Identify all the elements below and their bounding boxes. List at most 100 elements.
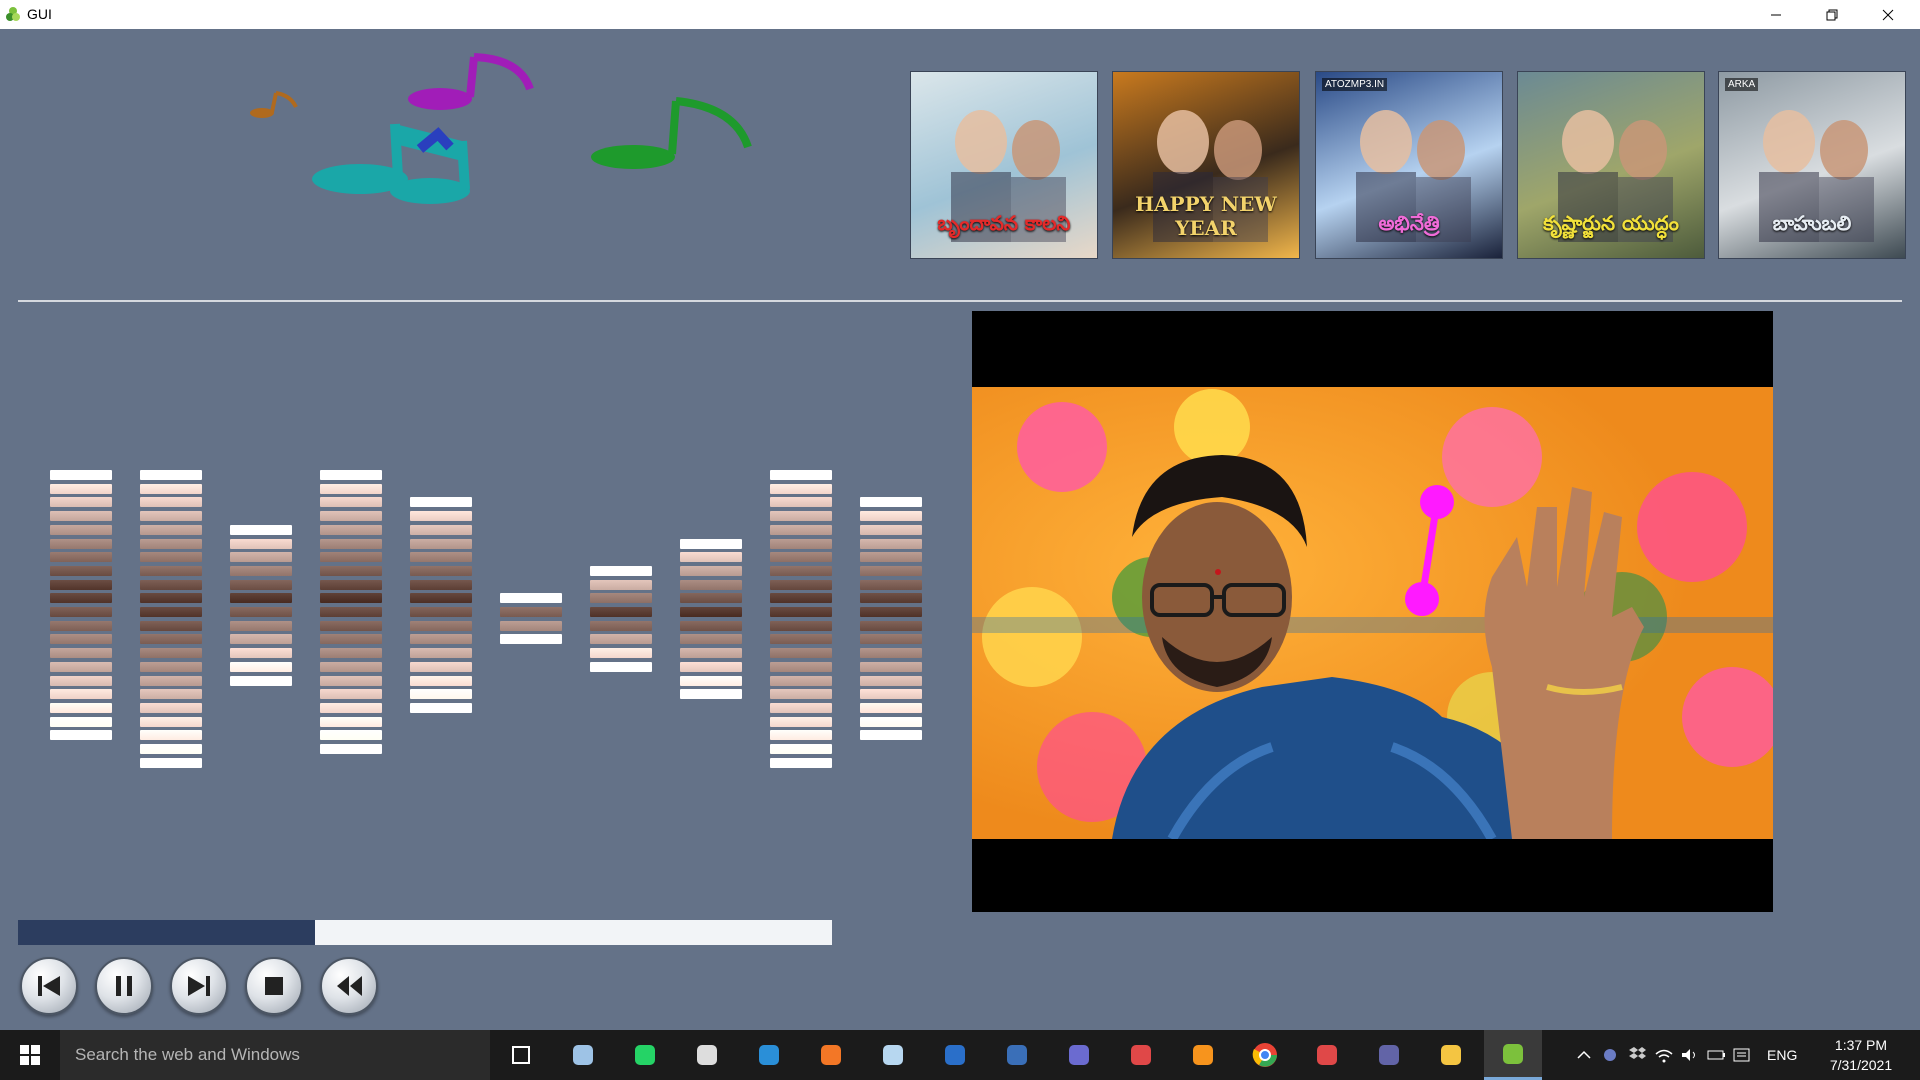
webcam-video xyxy=(972,311,1773,912)
equalizer-segment xyxy=(230,552,292,563)
taskbar-app[interactable] xyxy=(1050,1030,1108,1080)
start-button[interactable] xyxy=(0,1030,60,1080)
equalizer-segment xyxy=(50,730,112,741)
equalizer-segment xyxy=(140,511,202,522)
dropbox-icon[interactable] xyxy=(1625,1046,1647,1064)
taskbar-app[interactable] xyxy=(926,1030,984,1080)
taskbar-app[interactable] xyxy=(1112,1030,1170,1080)
equalizer-segment xyxy=(50,497,112,508)
album-poster[interactable]: HAPPY NEW YEAR xyxy=(1112,71,1300,259)
previous-button[interactable] xyxy=(20,957,78,1015)
equalizer-segment xyxy=(140,552,202,563)
taskbar-app[interactable] xyxy=(678,1030,736,1080)
stop-button[interactable] xyxy=(245,957,303,1015)
equalizer-segment xyxy=(770,757,832,768)
wifi-icon[interactable] xyxy=(1653,1046,1675,1064)
action-center-icon[interactable] xyxy=(1731,1046,1753,1064)
taskbar-app[interactable] xyxy=(740,1030,798,1080)
equalizer-segment xyxy=(140,483,202,494)
taskbar-app[interactable] xyxy=(1236,1030,1294,1080)
equalizer-segment xyxy=(410,552,472,563)
poster-tag: ATOZMP3.IN xyxy=(1322,78,1388,91)
equalizer-segment xyxy=(140,620,202,631)
language-indicator[interactable]: ENG xyxy=(1767,1047,1797,1063)
playback-progress-fill xyxy=(18,920,316,945)
title-bar: GUI xyxy=(0,0,1920,29)
equalizer-segment xyxy=(50,648,112,659)
equalizer-segment xyxy=(680,538,742,549)
stop-icon xyxy=(265,977,283,995)
notification-app-icon[interactable] xyxy=(1599,1046,1621,1064)
equalizer-segment xyxy=(410,497,472,508)
equalizer-segment xyxy=(140,470,202,480)
taskbar-app[interactable] xyxy=(1484,1030,1542,1080)
equalizer-bar xyxy=(320,470,382,771)
rewind-button[interactable] xyxy=(320,957,378,1015)
poster-title: అభినేత్రి xyxy=(1378,211,1440,235)
equalizer-segment xyxy=(230,524,292,535)
equalizer-segment xyxy=(410,565,472,576)
equalizer-segment xyxy=(410,579,472,590)
equalizer-segment xyxy=(320,565,382,576)
taskbar-app[interactable] xyxy=(1422,1030,1480,1080)
equalizer-segment xyxy=(770,716,832,727)
equalizer-segment xyxy=(140,579,202,590)
equalizer-segment xyxy=(680,552,742,563)
equalizer-segment xyxy=(410,538,472,549)
equalizer-segment xyxy=(860,497,922,508)
album-poster[interactable]: ATOZMP3.IN అభినేత్రి xyxy=(1315,71,1503,259)
taskbar-app[interactable] xyxy=(492,1030,550,1080)
album-poster[interactable]: కృష్ణార్జున యుద్ధం xyxy=(1517,71,1705,259)
equalizer-segment xyxy=(860,675,922,686)
equalizer-segment xyxy=(680,634,742,645)
equalizer-segment xyxy=(320,744,382,754)
equalizer-segment xyxy=(140,702,202,713)
taskbar-app[interactable] xyxy=(1360,1030,1418,1080)
close-icon xyxy=(1882,9,1894,20)
equalizer-segment xyxy=(50,689,112,700)
python-app-icon xyxy=(6,7,20,21)
equalizer-segment xyxy=(230,593,292,604)
battery-icon[interactable] xyxy=(1705,1046,1727,1064)
equalizer-segment xyxy=(860,661,922,672)
equalizer-segment xyxy=(320,470,382,480)
clock[interactable]: 1:37 PM 7/31/2021 xyxy=(1816,1035,1906,1075)
restore-button[interactable] xyxy=(1804,0,1860,29)
poster-title: కృష్ణార్జున యుద్ధం xyxy=(1543,211,1679,235)
equalizer-segment xyxy=(320,689,382,700)
album-poster[interactable]: బృందావన కాలని xyxy=(910,71,1098,259)
equalizer-segment xyxy=(140,565,202,576)
equalizer-segment xyxy=(50,620,112,631)
volume-icon[interactable] xyxy=(1679,1046,1701,1064)
chevron-up-icon[interactable] xyxy=(1575,1046,1593,1064)
minimize-button[interactable] xyxy=(1748,0,1804,29)
playback-progress-bar[interactable] xyxy=(18,920,832,945)
taskbar-app[interactable] xyxy=(988,1030,1046,1080)
taskbar-app[interactable] xyxy=(864,1030,922,1080)
taskbar-app[interactable] xyxy=(802,1030,860,1080)
taskbar-app[interactable] xyxy=(1174,1030,1232,1080)
taskbar-app[interactable] xyxy=(616,1030,674,1080)
close-button[interactable] xyxy=(1860,0,1916,29)
equalizer-segment xyxy=(860,579,922,590)
sublime-icon xyxy=(1193,1045,1213,1065)
system-tray: ENG xyxy=(1575,1030,1797,1080)
minimize-icon xyxy=(1771,14,1781,15)
poster-title: HAPPY NEW YEAR xyxy=(1135,192,1277,240)
taskbar-app[interactable] xyxy=(1298,1030,1356,1080)
browser-icon xyxy=(573,1045,593,1065)
equalizer-segment xyxy=(50,483,112,494)
album-poster[interactable]: ARKA బాహుబలి xyxy=(1718,71,1906,259)
equalizer-segment xyxy=(770,634,832,645)
next-button[interactable] xyxy=(170,957,228,1015)
small-note-icon xyxy=(250,91,298,118)
taskbar: Search the web and Windows ENG 1:37 PM 7… xyxy=(0,1030,1920,1080)
webcam-frame xyxy=(972,387,1773,839)
equalizer-segment xyxy=(320,579,382,590)
taskbar-search-input[interactable]: Search the web and Windows xyxy=(60,1030,490,1080)
equalizer-segment xyxy=(860,648,922,659)
taskbar-app[interactable] xyxy=(554,1030,612,1080)
equalizer-bar xyxy=(680,470,742,771)
equalizer-segment xyxy=(50,593,112,604)
pause-button[interactable] xyxy=(95,957,153,1015)
